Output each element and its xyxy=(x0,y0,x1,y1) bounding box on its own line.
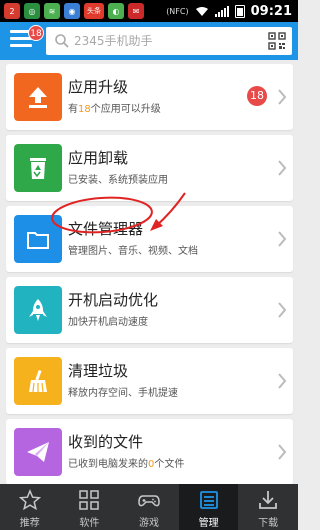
grid-icon xyxy=(79,490,100,510)
item-title: 应用卸载 xyxy=(68,149,129,167)
tab-label: 管理 xyxy=(198,518,219,529)
update-count-badge: 18 xyxy=(247,86,267,106)
gamepad-icon xyxy=(138,495,160,507)
star-icon xyxy=(18,489,41,511)
app-icon: ◉ xyxy=(64,3,80,19)
chevron-right-icon xyxy=(278,373,287,389)
notification-app-icon: 2 xyxy=(4,3,20,19)
search-input[interactable] xyxy=(74,32,254,50)
battery-icon xyxy=(234,5,245,18)
management-list: 应用升级 有18个应用可以升级 18 应用卸载 已安装、系统预装应用 文件管理器… xyxy=(6,64,293,490)
item-title: 收到的文件 xyxy=(68,433,144,451)
rocket-icon xyxy=(14,286,62,334)
chevron-right-icon xyxy=(278,89,287,105)
item-subtitle: 释放内存空间、手机提速 xyxy=(68,388,178,399)
tab-label: 下载 xyxy=(258,518,279,529)
item-title: 清理垃圾 xyxy=(68,362,129,380)
paper-plane-icon xyxy=(14,428,62,476)
item-title: 文件管理器 xyxy=(68,220,144,238)
chevron-right-icon xyxy=(278,302,287,318)
recycle-bin-icon xyxy=(14,144,62,192)
clock: 09:21 xyxy=(250,4,292,19)
tab-recommend[interactable]: 推荐 xyxy=(0,484,60,530)
chevron-right-icon xyxy=(278,444,287,460)
list-item-received-files[interactable]: 收到的文件 已收到电脑发来的0个文件 xyxy=(6,419,293,485)
list-item-boot-optimize[interactable]: 开机启动优化 加快开机启动速度 xyxy=(6,277,293,343)
tab-manage[interactable]: 管理 xyxy=(178,484,239,530)
tab-download[interactable]: 下载 xyxy=(238,484,298,530)
item-title: 开机启动优化 xyxy=(68,291,159,309)
manage-icon xyxy=(199,491,218,509)
folder-icon xyxy=(14,215,62,263)
app-icon-3: ✉ xyxy=(128,3,144,19)
news-app-icon: 头条 xyxy=(84,3,104,19)
list-item-app-uninstall[interactable]: 应用卸载 已安装、系统预装应用 xyxy=(6,135,293,201)
app-icon-2: ◐ xyxy=(108,3,124,19)
wifi-app-icon: ≋ xyxy=(44,3,60,19)
search-icon xyxy=(55,34,69,48)
list-item-file-manager[interactable]: 文件管理器 管理图片、音乐、视频、文档 xyxy=(6,206,293,272)
broom-icon xyxy=(14,357,62,405)
signal-icon xyxy=(214,6,229,17)
chevron-right-icon xyxy=(278,160,287,176)
sync-icon: ◎ xyxy=(24,3,40,19)
bottom-tab-bar: 推荐 软件 游戏 管理 下载 xyxy=(0,484,298,530)
tab-label: 软件 xyxy=(79,518,100,529)
app-header: 18 xyxy=(0,22,298,60)
item-subtitle: 有18个应用可以升级 xyxy=(68,104,161,115)
item-subtitle: 加快开机启动速度 xyxy=(68,317,148,328)
status-bar: 2 ◎ ≋ ◉ 头条 ◐ ✉ (NFC) 09:21 xyxy=(0,0,298,22)
item-subtitle: 已收到电脑发来的0个文件 xyxy=(68,459,185,470)
wifi-icon xyxy=(195,7,208,16)
nfc-indicator: (NFC) xyxy=(166,7,189,16)
tab-label: 游戏 xyxy=(138,518,159,529)
download-icon xyxy=(259,491,278,509)
list-item-clean-junk[interactable]: 清理垃圾 释放内存空间、手机提速 xyxy=(6,348,293,414)
upgrade-icon xyxy=(14,73,62,121)
tab-label: 推荐 xyxy=(19,518,40,529)
notification-icons: 2 ◎ ≋ ◉ 头条 ◐ ✉ xyxy=(4,3,144,19)
chevron-right-icon xyxy=(278,231,287,247)
search-bar[interactable] xyxy=(46,27,292,55)
item-subtitle: 已安装、系统预装应用 xyxy=(68,175,168,186)
tab-software[interactable]: 软件 xyxy=(60,484,120,530)
tab-games[interactable]: 游戏 xyxy=(119,484,179,530)
item-subtitle: 管理图片、音乐、视频、文档 xyxy=(68,246,198,257)
qr-code-icon[interactable] xyxy=(268,32,286,50)
menu-badge: 18 xyxy=(28,25,44,41)
list-item-app-upgrade[interactable]: 应用升级 有18个应用可以升级 18 xyxy=(6,64,293,130)
item-title: 应用升级 xyxy=(68,78,129,96)
